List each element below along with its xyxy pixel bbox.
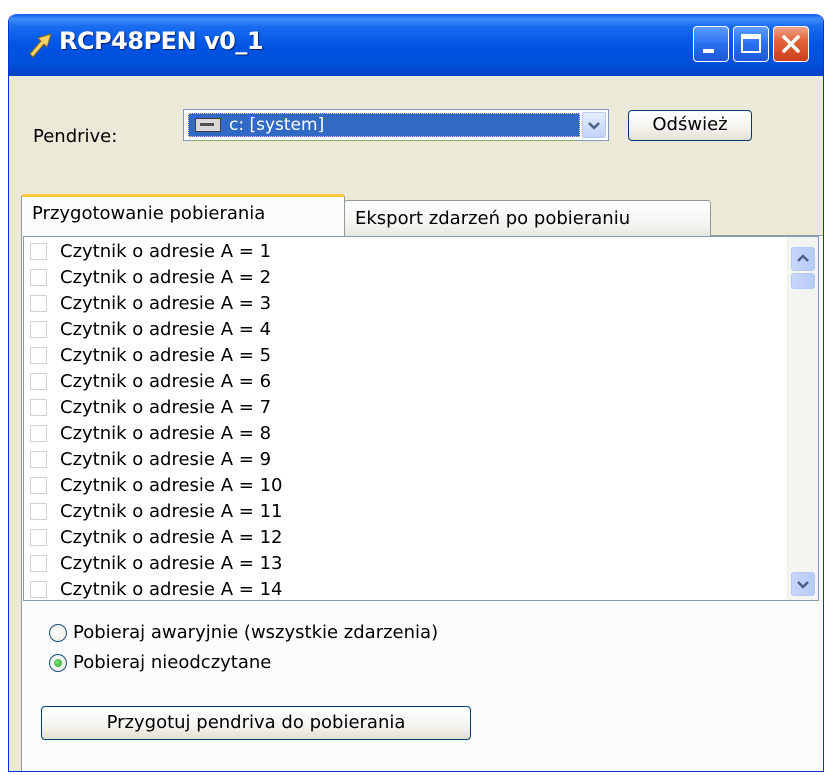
reader-label: Czytnik o adresie A = 9 (60, 449, 272, 470)
chevron-down-icon (797, 581, 809, 589)
reader-checkbox[interactable] (30, 529, 47, 546)
reader-checkbox[interactable] (30, 425, 47, 442)
reader-label: Czytnik o adresie A = 2 (60, 267, 272, 288)
reader-label: Czytnik o adresie A = 11 (60, 501, 283, 522)
pendrive-selected-text: c: [system] (229, 115, 325, 135)
reader-label: Czytnik o adresie A = 4 (60, 319, 272, 340)
title-bar[interactable]: RCP48PEN v0_1 (9, 14, 823, 76)
reader-label: Czytnik o adresie A = 10 (60, 475, 283, 496)
pendrive-selected-value: c: [system] (188, 113, 580, 137)
reader-checkbox[interactable] (30, 555, 47, 572)
radio-label: Pobieraj awaryjnie (wszystkie zdarzenia) (73, 622, 439, 643)
close-icon (782, 35, 800, 53)
maximize-button[interactable] (733, 26, 769, 62)
dropdown-button[interactable] (582, 112, 606, 138)
reader-checkbox[interactable] (30, 373, 47, 390)
radio-button-checked[interactable] (49, 654, 67, 672)
reader-label: Czytnik o adresie A = 7 (60, 397, 272, 418)
tab-export-events[interactable]: Eksport zdarzeń po pobieraniu (344, 200, 711, 236)
reader-label: Czytnik o adresie A = 3 (60, 293, 272, 314)
tab-prepare-download[interactable]: Przygotowanie pobierania (21, 194, 345, 236)
reader-label: Czytnik o adresie A = 6 (60, 371, 272, 392)
reader-checkbox[interactable] (30, 581, 47, 598)
drive-icon (195, 118, 221, 132)
app-window: RCP48PEN v0_1 Pendrive: c: [system] Odśw… (8, 14, 824, 772)
reader-checklist[interactable]: Czytnik o adresie A = 1 Czytnik o adresie… (23, 236, 819, 601)
reader-label: Czytnik o adresie A = 13 (60, 553, 283, 574)
scroll-thumb[interactable] (791, 273, 815, 289)
refresh-button[interactable]: Odśwież (628, 110, 752, 141)
radio-label: Pobieraj nieodczytane (73, 652, 272, 673)
pendrive-select[interactable]: c: [system] (183, 109, 609, 141)
app-arrow-icon (29, 33, 52, 58)
reader-checkbox[interactable] (30, 399, 47, 416)
scroll-down-button[interactable] (791, 572, 815, 596)
scroll-up-button[interactable] (791, 247, 815, 271)
reader-label: Czytnik o adresie A = 5 (60, 345, 272, 366)
radio-button[interactable] (49, 624, 67, 642)
reader-label: Czytnik o adresie A = 12 (60, 527, 283, 548)
reader-checkbox[interactable] (30, 451, 47, 468)
reader-checkbox[interactable] (30, 243, 47, 260)
reader-label: Czytnik o adresie A = 1 (60, 241, 272, 262)
reader-label: Czytnik o adresie A = 14 (60, 579, 283, 600)
reader-label: Czytnik o adresie A = 8 (60, 423, 272, 444)
chevron-down-icon (588, 122, 600, 130)
pendrive-label: Pendrive: (33, 126, 118, 147)
window-title: RCP48PEN v0_1 (59, 27, 264, 55)
reader-checkbox[interactable] (30, 347, 47, 364)
minimize-button[interactable] (693, 26, 729, 62)
reader-checkbox[interactable] (30, 321, 47, 338)
reader-checkbox[interactable] (30, 269, 47, 286)
chevron-up-icon (797, 254, 809, 262)
prepare-pendrive-button[interactable]: Przygotuj pendriva do pobierania (41, 706, 471, 740)
maximize-icon (741, 34, 761, 53)
close-button[interactable] (773, 26, 809, 62)
reader-checkbox[interactable] (30, 477, 47, 494)
vertical-scrollbar[interactable] (787, 237, 818, 600)
reader-checkbox[interactable] (30, 503, 47, 520)
reader-checkbox[interactable] (30, 295, 47, 312)
minimize-icon (703, 49, 714, 53)
